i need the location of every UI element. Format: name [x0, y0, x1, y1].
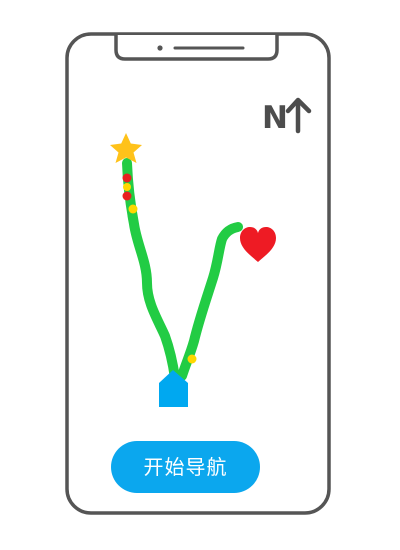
route-dot	[187, 354, 197, 364]
route-dot	[123, 183, 131, 191]
route-dot	[122, 191, 132, 201]
north-label: N	[262, 100, 288, 136]
route-dot	[128, 204, 138, 214]
route-dot	[122, 173, 132, 183]
start-navigation-button[interactable]: 开始导航	[111, 441, 260, 493]
camera-dot	[157, 45, 163, 51]
